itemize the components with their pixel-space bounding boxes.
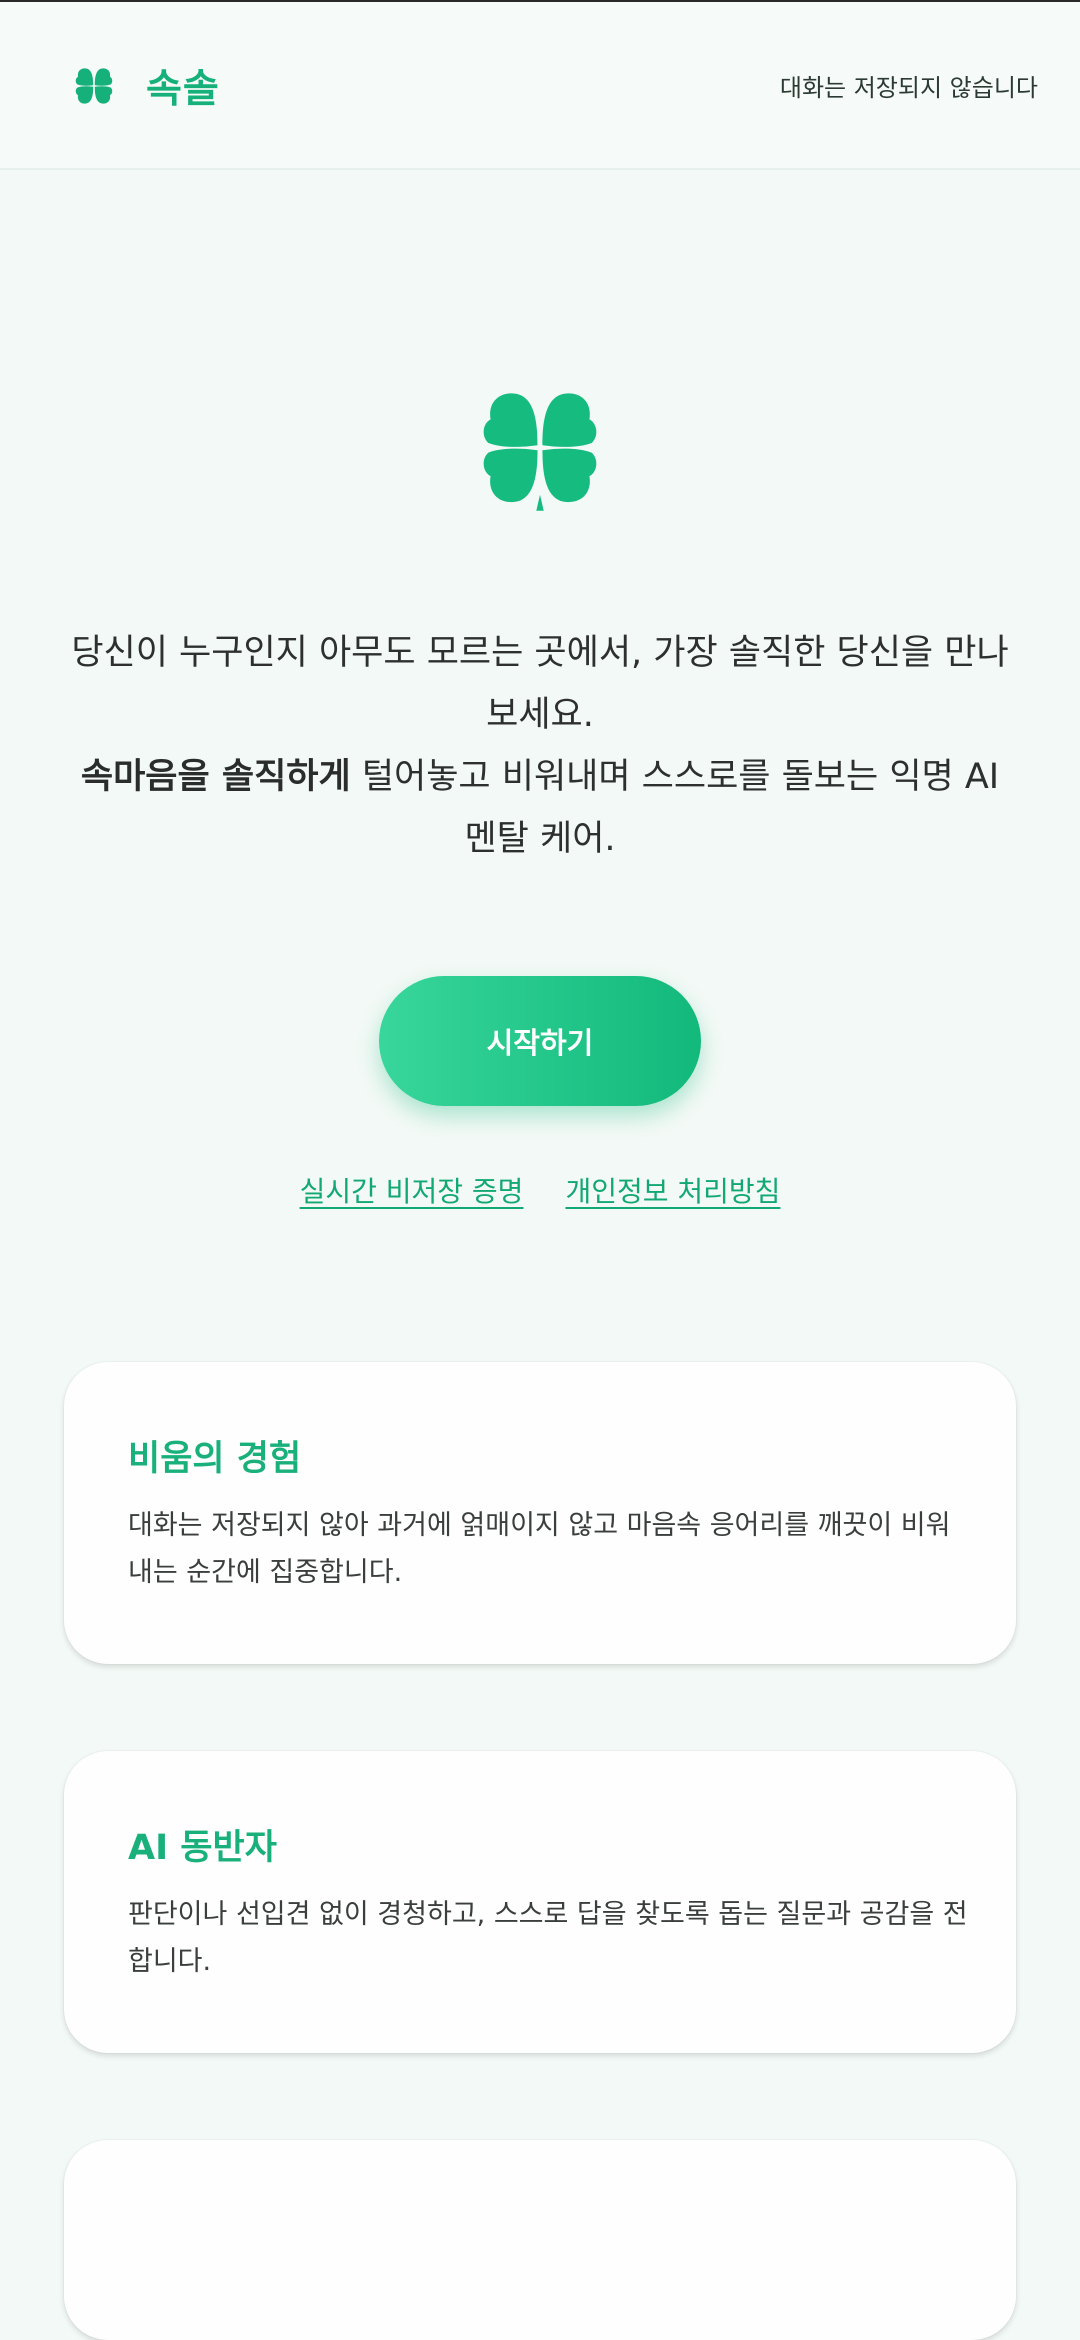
hero-tagline: 당신이 누구인지 아무도 모르는 곳에서, 가장 솔직한 당신을 만나보세요. … <box>60 622 1020 870</box>
privacy-policy-link[interactable]: 개인정보 처리방침 <box>565 1170 780 1210</box>
feature-card-partial <box>64 2140 1016 2340</box>
feature-description: 대화는 저장되지 않아 과거에 얽매이지 않고 마음속 응어리를 깨끗이 비워내… <box>128 1510 951 1588</box>
feature-title: 비움의 경험 <box>128 1439 302 1479</box>
app-name[interactable]: 속솔 <box>146 58 220 114</box>
app-header: 속솔 대화는 저장되지 않습니다 <box>0 2 1080 170</box>
privacy-note: 대화는 저장되지 않습니다 <box>779 74 1038 102</box>
clover-logo-icon <box>75 68 113 104</box>
feature-description: 판단이나 선입견 없이 경청하고, 스스로 답을 찾도록 돕는 질문과 공감을 … <box>128 1899 968 1977</box>
hero-line-2-emphasis: 속마음을 솔직하게 <box>80 757 351 797</box>
hero-line-1: 당신이 누구인지 아무도 모르는 곳에서, 가장 솔직한 당신을 만나보세요. <box>71 633 1009 735</box>
clover-hero-icon <box>483 393 597 511</box>
hero-line-2-rest: 털어놓고 비워내며 스스로를 돌보는 익명 AI 멘탈 케어. <box>350 757 1000 859</box>
feature-title: AI 동반자 <box>128 1828 277 1868</box>
no-storage-proof-link[interactable]: 실시간 비저장 증명 <box>300 1170 524 1210</box>
hero-line-2: 속마음을 솔직하게 털어놓고 비워내며 스스로를 돌보는 익명 AI 멘탈 케어… <box>60 746 1020 870</box>
feature-card-ai-companion: AI 동반자 판단이나 선입견 없이 경청하고, 스스로 답을 찾도록 돕는 질… <box>64 1751 1016 2053</box>
footer-links: 실시간 비저장 증명 개인정보 처리방침 <box>0 1170 1080 1210</box>
feature-card-emptying: 비움의 경험 대화는 저장되지 않아 과거에 얽매이지 않고 마음속 응어리를 … <box>64 1362 1016 1664</box>
start-button[interactable]: 시작하기 <box>379 976 701 1106</box>
